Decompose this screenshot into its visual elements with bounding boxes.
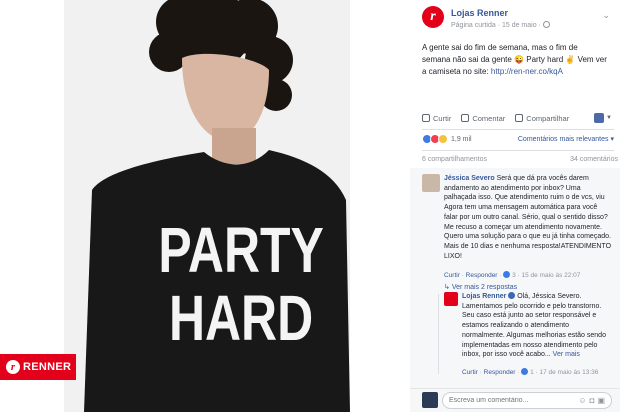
reply-item: Lojas Renner Olá, Jéssica Severo. Lament… bbox=[444, 292, 614, 387]
post-as-avatar[interactable] bbox=[594, 113, 605, 123]
reaction-count[interactable]: 1,9 mil bbox=[451, 136, 472, 143]
thread-line bbox=[438, 294, 439, 374]
share-icon bbox=[515, 114, 524, 122]
renner-badge: r RENNER bbox=[0, 354, 76, 380]
neck-shape bbox=[212, 128, 256, 164]
sticker-icon[interactable]: ▣ bbox=[597, 396, 608, 405]
comment-icon bbox=[461, 114, 470, 122]
composer-tools: ☺◘▣ bbox=[578, 396, 608, 405]
post-meta: Página curtida · 15 de maio · bbox=[451, 21, 550, 29]
comment-button[interactable]: Comentar bbox=[461, 114, 505, 123]
thumbs-up-icon bbox=[422, 114, 430, 122]
divider bbox=[422, 129, 614, 130]
reply-author[interactable]: Lojas Renner bbox=[462, 293, 506, 300]
comment-likes: 3 bbox=[512, 272, 516, 279]
comment-composer: ☺◘▣ bbox=[410, 388, 620, 412]
shirt-print-line1: PARTY bbox=[158, 215, 323, 286]
reply-reply-link[interactable]: Responder bbox=[484, 369, 516, 376]
comment-author[interactable]: Jéssica Severo bbox=[444, 175, 495, 182]
model-illustration: PARTY HARD bbox=[84, 0, 350, 412]
comment-time[interactable]: 15 de maio às 22:07 bbox=[521, 272, 580, 279]
renner-logo-icon: r bbox=[6, 360, 20, 374]
see-more-link[interactable]: Ver mais bbox=[553, 351, 580, 358]
like-button[interactable]: Curtir bbox=[422, 114, 451, 123]
more-replies-link[interactable]: ↳ Ver mais 2 respostas bbox=[444, 283, 517, 291]
reply-actions: Curtir · Responder · 1 · 17 de maio às 1… bbox=[462, 368, 599, 376]
comment-item: Jéssica Severo Será que dá pra vocês dar… bbox=[422, 174, 614, 294]
reply-like-link[interactable]: Curtir bbox=[462, 369, 478, 376]
comments-count[interactable]: 34 comentários bbox=[570, 156, 618, 163]
post-panel: r Lojas Renner Página curtida · 15 de ma… bbox=[410, 0, 620, 412]
product-photo: PARTY HARD r RENNER bbox=[0, 0, 410, 412]
verified-badge-icon bbox=[508, 292, 516, 299]
stats-row: 6 compartilhamentos 34 comentários bbox=[422, 156, 618, 163]
post-meta-text: Página curtida · 15 de maio · bbox=[451, 22, 541, 29]
haha-reaction-icon[interactable] bbox=[438, 134, 448, 144]
comments-section: Jéssica Severo Será que dá pra vocês dar… bbox=[410, 168, 620, 388]
comment-reply-link[interactable]: Responder bbox=[466, 272, 498, 279]
emoji-icon[interactable]: ☺ bbox=[578, 396, 589, 405]
caret-down-icon[interactable]: ▼ bbox=[606, 115, 612, 121]
divider bbox=[422, 150, 614, 151]
page-reply-avatar[interactable] bbox=[444, 292, 458, 306]
more-replies-label: Ver mais 2 respostas bbox=[451, 284, 518, 291]
page-name-link[interactable]: Lojas Renner bbox=[451, 8, 508, 18]
globe-icon bbox=[542, 21, 550, 28]
comment-actions: Curtir · Responder · 3 · 15 de maio às 2… bbox=[444, 271, 581, 279]
reactions-row: 1,9 mil Comentários mais relevantes ▾ bbox=[422, 133, 614, 145]
commenter-avatar[interactable] bbox=[422, 174, 440, 192]
reply-body: Lojas Renner Olá, Jéssica Severo. Lament… bbox=[462, 292, 612, 360]
comment-label: Comentar bbox=[472, 113, 506, 123]
like-badge-icon bbox=[521, 368, 529, 375]
chevron-down-icon[interactable]: ⌄ bbox=[602, 10, 610, 21]
share-button[interactable]: Compartilhar bbox=[515, 114, 569, 123]
post-link[interactable]: http://ren-ner.co/kqA bbox=[491, 67, 563, 76]
page-avatar[interactable]: r bbox=[422, 6, 444, 28]
comment-body: Jéssica Severo Será que dá pra vocês dar… bbox=[444, 174, 612, 261]
shirt-print-line2: HARD bbox=[169, 283, 313, 354]
current-user-avatar bbox=[422, 392, 438, 408]
shares-count[interactable]: 6 compartilhamentos bbox=[422, 156, 487, 163]
reply-time[interactable]: 17 de maio às 13:36 bbox=[539, 369, 598, 376]
post-caption: A gente sai do fim de semana, mas o fim … bbox=[422, 42, 608, 78]
comment-like-link[interactable]: Curtir bbox=[444, 272, 460, 279]
post-header: r Lojas Renner Página curtida · 15 de ma… bbox=[422, 6, 612, 34]
reply-text: Olá, Jéssica Severo. Lamentamos pelo oco… bbox=[462, 293, 606, 359]
renner-wordmark: RENNER bbox=[23, 361, 72, 373]
like-label: Curtir bbox=[433, 113, 452, 123]
share-label: Compartilhar bbox=[526, 113, 570, 123]
comment-text: Será que dá pra vocês darem andamento ao… bbox=[444, 175, 612, 260]
comment-sort-label: Comentários mais relevantes bbox=[517, 136, 609, 143]
comment-sort-dropdown[interactable]: Comentários mais relevantes ▾ bbox=[518, 135, 614, 143]
post-actions: Curtir Comentar Compartilhar ▼ bbox=[422, 110, 612, 126]
reply-likes: 1 bbox=[530, 369, 534, 376]
like-badge-icon bbox=[503, 271, 511, 278]
